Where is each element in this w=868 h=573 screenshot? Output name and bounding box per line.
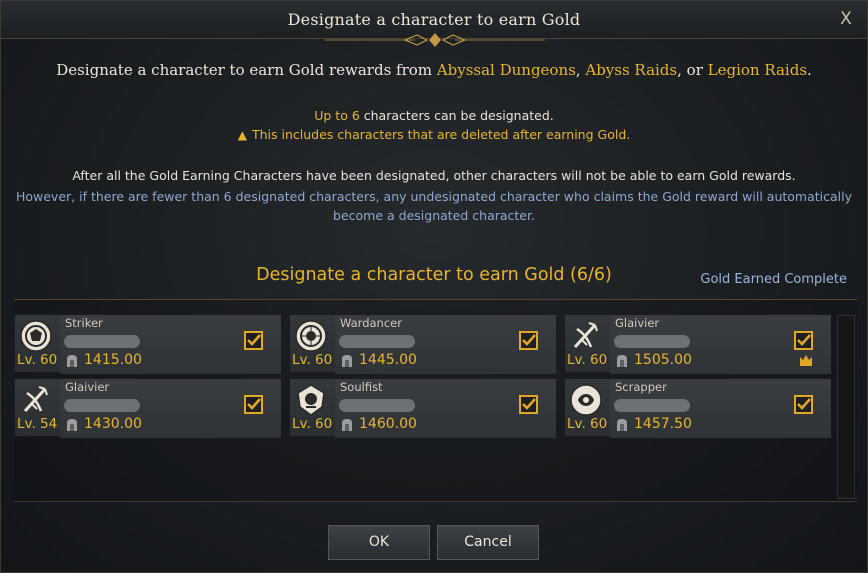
character-level: Lv. 60: [292, 352, 333, 368]
item-level: 1460.00: [359, 416, 417, 432]
character-card[interactable]: Lv. 60 Soulfist 1460.00: [289, 378, 556, 438]
character-info: Scrapper 1457.50: [610, 379, 831, 438]
designate-checkbox[interactable]: [794, 395, 813, 414]
headline-sep: , or: [677, 61, 708, 79]
character-class: Scrapper: [615, 380, 667, 394]
character-class: Glaivier: [615, 316, 660, 330]
item-level-icon: [617, 355, 627, 367]
character-name-redacted: [614, 399, 690, 412]
checkmark-icon: [797, 334, 811, 346]
character-name-redacted: [339, 335, 415, 348]
character-name-redacted: [64, 399, 140, 412]
designate-checkbox[interactable]: [794, 331, 813, 350]
item-level-icon: [67, 355, 77, 367]
character-info: Glaivier 1430.00: [60, 379, 281, 438]
character-level: Lv. 60: [567, 416, 608, 432]
character-class: Soulfist: [340, 380, 383, 394]
checkmark-icon: [797, 398, 811, 410]
checkmark-icon: [247, 398, 261, 410]
headline-prefix: Designate a character to earn Gold rewar…: [56, 61, 437, 79]
character-name-redacted: [339, 399, 415, 412]
item-level: 1415.00: [84, 352, 142, 368]
designate-checkbox[interactable]: [519, 331, 538, 350]
crown-icon: [800, 355, 812, 366]
item-level-icon: [617, 419, 627, 431]
character-level: Lv. 60: [17, 352, 58, 368]
character-card[interactable]: Lv. 60 Scrapper 1457.50: [564, 378, 831, 438]
glaivier-emblem-icon: [573, 322, 598, 349]
checkmark-icon: [522, 334, 536, 346]
auto-designation-line2: become a designated character.: [333, 208, 535, 223]
character-info: Soulfist 1460.00: [335, 379, 556, 438]
auto-designation-text: However, if there are fewer than 6 desig…: [1, 187, 867, 225]
character-info: Striker 1415.00: [60, 315, 281, 374]
scrapper-emblem-icon: [570, 384, 602, 416]
headline-sep: ,: [575, 61, 586, 79]
auto-designation-line1: However, if there are fewer than 6 desig…: [15, 189, 853, 204]
character-card[interactable]: Lv. 60 Glaivier 1505.00: [564, 314, 831, 374]
wardancer-emblem-icon: [295, 320, 327, 352]
headline-suffix: .: [807, 61, 812, 79]
character-level: Lv. 60: [292, 416, 333, 432]
soulfist-emblem-icon: [297, 384, 325, 416]
character-card[interactable]: Lv. 60 Striker 1415.00: [14, 314, 281, 374]
cancel-button[interactable]: Cancel: [437, 525, 539, 560]
title-ornament-icon: [325, 33, 545, 47]
headline-text: Designate a character to earn Gold rewar…: [1, 61, 867, 79]
after-designation-text: After all the Gold Earning Characters ha…: [72, 168, 796, 183]
ok-button[interactable]: OK: [328, 525, 430, 560]
designate-checkbox[interactable]: [244, 331, 263, 350]
checkmark-icon: [522, 398, 536, 410]
character-info: Glaivier 1505.00: [610, 315, 831, 374]
character-class: Glaivier: [65, 380, 110, 394]
character-card[interactable]: Lv. 60 Wardancer 1445.00: [289, 314, 556, 374]
scrollbar[interactable]: [837, 315, 855, 499]
abyssal-dungeons-text: Abyssal Dungeons: [436, 61, 576, 79]
character-level: Lv. 54: [17, 416, 58, 432]
designate-checkbox[interactable]: [519, 395, 538, 414]
abyss-raids-text: Abyss Raids: [585, 61, 678, 79]
item-level-icon: [342, 419, 352, 431]
designation-limit-text: Up to 6 characters can be designated.: [1, 108, 867, 123]
limit-suffix: characters can be designated.: [359, 108, 554, 123]
glaivier-emblem-icon: [23, 386, 48, 413]
limit-prefix: Up to: [314, 108, 352, 123]
character-class: Striker: [65, 316, 103, 330]
item-level: 1505.00: [634, 352, 692, 368]
limit-count: 6: [351, 108, 360, 123]
striker-emblem-icon: [20, 320, 52, 352]
dialog-title: Designate a character to earn Gold: [287, 10, 581, 29]
character-level: Lv. 60: [567, 352, 608, 368]
close-button[interactable]: X: [837, 9, 855, 29]
dialog-window: Designate a character to earn Gold X Des…: [0, 0, 868, 573]
warning-text: This includes characters that are delete…: [252, 127, 631, 142]
character-name-redacted: [64, 335, 140, 348]
checkmark-icon: [247, 334, 261, 346]
character-name-redacted: [614, 335, 690, 348]
item-level: 1430.00: [84, 416, 142, 432]
item-level-icon: [342, 355, 352, 367]
legion-raids-text: Legion Raids: [707, 61, 808, 79]
item-level-icon: [67, 419, 77, 431]
warning-text-row: ▲ This includes characters that are delet…: [1, 127, 867, 142]
warning-icon: ▲: [237, 128, 247, 142]
item-level: 1457.50: [634, 416, 692, 432]
item-level: 1445.00: [359, 352, 417, 368]
character-class: Wardancer: [340, 316, 402, 330]
character-card[interactable]: Lv. 54 Glaivier 1430.00: [14, 378, 281, 438]
character-info: Wardancer 1445.00: [335, 315, 556, 374]
designate-checkbox[interactable]: [244, 395, 263, 414]
gold-earned-complete-link[interactable]: Gold Earned Complete: [700, 272, 847, 287]
